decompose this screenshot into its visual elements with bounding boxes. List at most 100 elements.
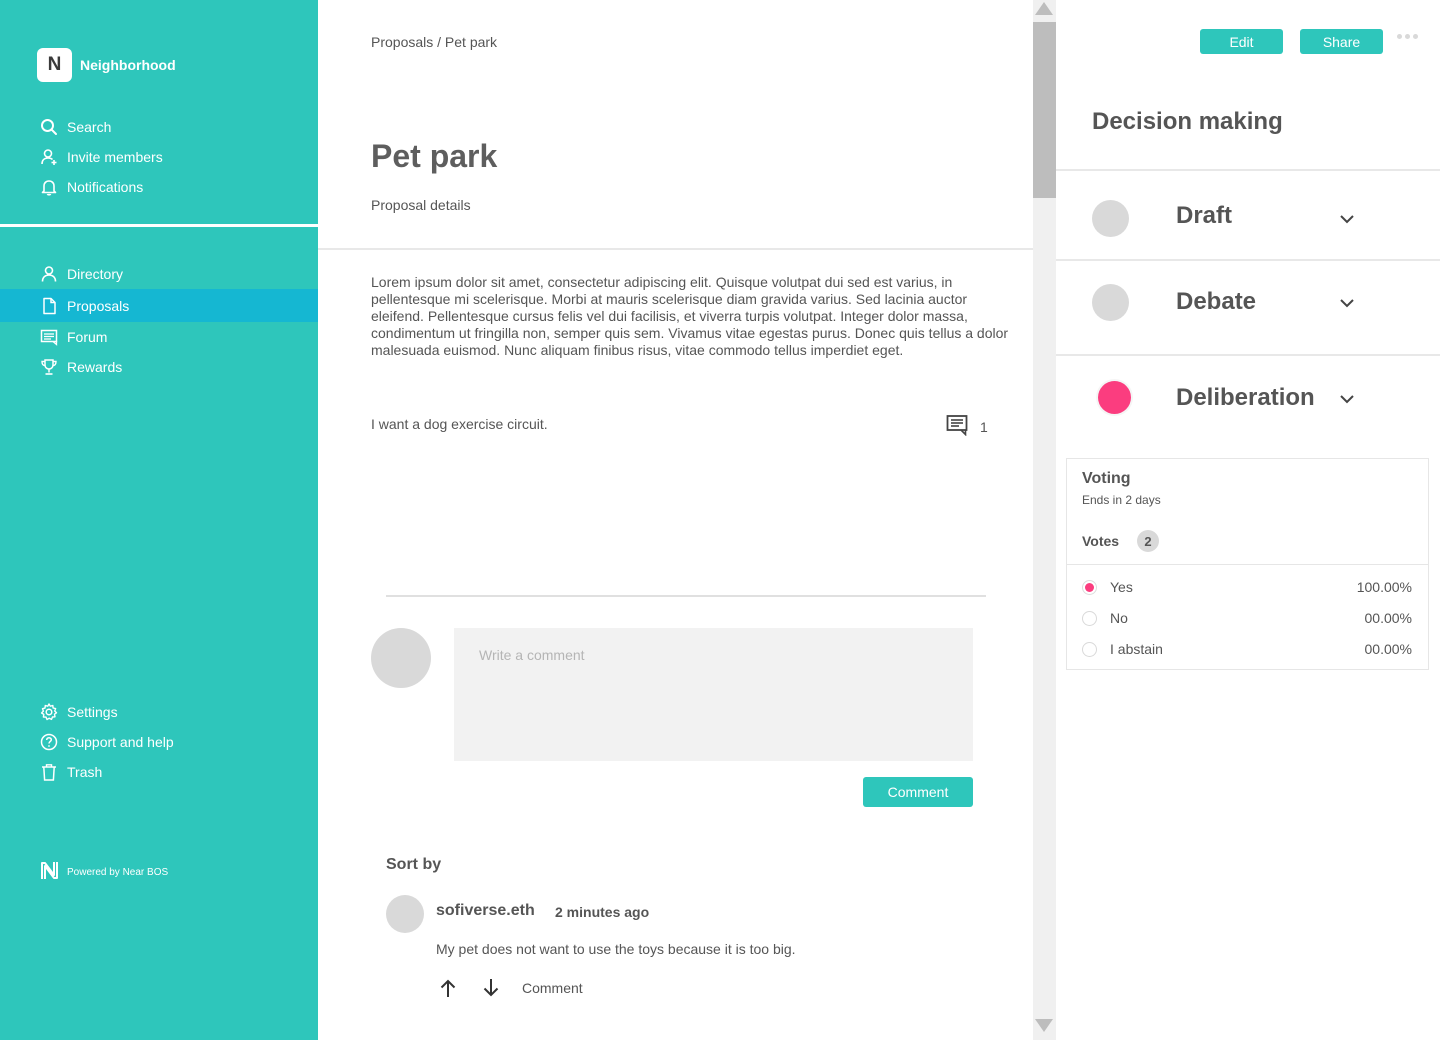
sidebar: N Neighborhood Search Invite members Not… — [0, 0, 318, 1040]
radio-selected[interactable] — [1082, 579, 1097, 595]
proposal-body: Lorem ipsum dolor sit amet, consectetur … — [371, 274, 1009, 358]
sidebar-item-label: Search — [67, 119, 112, 135]
chevron-down-icon — [1340, 299, 1354, 308]
stage-status-dot — [1098, 381, 1131, 414]
votes-count-badge: 2 — [1137, 530, 1159, 552]
vote-option-abstain[interactable]: I abstain 00.00% — [1082, 639, 1412, 659]
trophy-icon — [40, 358, 58, 376]
comment-icon — [946, 414, 968, 439]
sidebar-item-settings[interactable]: Settings — [0, 697, 318, 727]
scrollbar[interactable] — [1033, 0, 1056, 1040]
sidebar-item-trash[interactable]: Trash — [0, 757, 318, 787]
forum-icon — [40, 328, 58, 346]
radio-unselected[interactable] — [1082, 641, 1097, 657]
bell-icon — [40, 178, 58, 196]
downvote-arrow-icon[interactable] — [479, 975, 503, 1001]
vote-option-label: Yes — [1110, 579, 1133, 595]
brand[interactable]: N Neighborhood — [37, 48, 176, 82]
user-plus-icon — [40, 148, 58, 166]
vote-option-label: No — [1110, 610, 1128, 626]
sidebar-bottom-nav: Settings Support and help Trash — [0, 697, 318, 787]
sidebar-item-support[interactable]: Support and help — [0, 727, 318, 757]
vote-option-label: I abstain — [1110, 641, 1163, 657]
avatar — [371, 628, 431, 688]
upvote-arrow-icon[interactable] — [436, 975, 460, 1001]
trash-icon — [40, 763, 58, 781]
comment-button[interactable]: Comment — [863, 777, 973, 807]
divider — [1056, 169, 1440, 171]
radio-unselected[interactable] — [1082, 610, 1097, 626]
page-title: Pet park — [371, 138, 498, 174]
chevron-down-icon — [1340, 215, 1354, 224]
sidebar-item-notifications[interactable]: Notifications — [0, 172, 318, 202]
brand-logo: N — [37, 48, 72, 82]
sidebar-item-search[interactable]: Search — [0, 112, 318, 142]
sidebar-main-nav: Directory Proposals Forum Rewards — [0, 259, 318, 382]
share-button[interactable]: Share — [1300, 29, 1383, 54]
comment-reply-link[interactable]: Comment — [522, 980, 583, 996]
sidebar-item-label: Trash — [67, 764, 103, 780]
breadcrumb[interactable]: Proposals / Pet park — [371, 34, 497, 50]
voting-card: Voting Ends in 2 days Votes 2 Yes 100.00… — [1066, 458, 1429, 670]
sidebar-item-directory[interactable]: Directory — [0, 259, 318, 289]
gear-icon — [40, 703, 58, 721]
powered-by-label: Powered by Near BOS — [67, 866, 169, 878]
near-logo-icon — [40, 861, 59, 883]
sort-by[interactable]: Sort by — [386, 856, 441, 874]
sidebar-top-nav: Search Invite members Notifications — [0, 112, 318, 202]
sidebar-divider — [0, 224, 318, 227]
stage-status-dot — [1092, 200, 1129, 237]
document-icon — [40, 297, 58, 315]
divider — [1056, 354, 1440, 356]
divider — [1067, 564, 1428, 565]
comment-author[interactable]: sofiverse.eth — [436, 902, 535, 920]
stage-deliberation[interactable]: Deliberation — [1056, 368, 1440, 428]
sidebar-item-invite-members[interactable]: Invite members — [0, 142, 318, 172]
stage-debate[interactable]: Debate — [1056, 272, 1440, 332]
vote-option-no[interactable]: No 00.00% — [1082, 608, 1412, 628]
votes-label: Votes — [1082, 533, 1120, 549]
comment-count[interactable]: 1 — [946, 414, 988, 439]
edit-button[interactable]: Edit — [1200, 29, 1283, 54]
powered-by[interactable]: Powered by Near BOS — [40, 861, 168, 883]
sidebar-item-label: Rewards — [67, 359, 123, 375]
sidebar-item-label: Support and help — [67, 734, 174, 750]
sidebar-item-label: Directory — [67, 266, 124, 282]
scrollbar-thumb[interactable] — [1033, 22, 1056, 198]
help-icon — [40, 733, 58, 751]
vote-option-percent: 00.00% — [1364, 610, 1412, 626]
comment-avatar — [386, 895, 424, 933]
sidebar-item-label: Settings — [67, 704, 118, 720]
comment-actions: Comment — [436, 975, 583, 1001]
comment-text: My pet does not want to use the toys bec… — [436, 941, 796, 957]
page-subtitle: Proposal details — [371, 197, 471, 213]
sidebar-item-forum[interactable]: Forum — [0, 322, 318, 352]
vote-option-yes[interactable]: Yes 100.00% — [1082, 577, 1412, 597]
stage-label: Deliberation — [1176, 384, 1315, 411]
divider — [318, 248, 1033, 250]
more-options-icon[interactable] — [1397, 34, 1421, 39]
stage-status-dot — [1092, 284, 1129, 321]
stage-label: Debate — [1176, 288, 1257, 315]
comment-input[interactable] — [454, 628, 973, 761]
sidebar-item-label: Invite members — [67, 149, 163, 165]
stage-label: Draft — [1176, 202, 1233, 229]
comment-count-value: 1 — [980, 418, 988, 435]
search-icon — [40, 118, 58, 136]
sidebar-item-proposals[interactable]: Proposals — [0, 289, 318, 322]
voting-ends: Ends in 2 days — [1082, 493, 1161, 507]
sidebar-item-rewards[interactable]: Rewards — [0, 352, 318, 382]
main-content: Proposals / Pet park Pet park Proposal d… — [318, 0, 1033, 1040]
sidebar-item-label: Proposals — [67, 297, 130, 314]
scroll-up-arrow-icon[interactable] — [1035, 2, 1053, 15]
divider — [1056, 259, 1440, 261]
voting-title: Voting — [1082, 470, 1131, 487]
stage-draft[interactable]: Draft — [1056, 188, 1440, 248]
user-icon — [40, 265, 58, 283]
decision-panel: Edit Share Decision making Draft Debate … — [1056, 0, 1440, 1040]
panel-title: Decision making — [1092, 108, 1283, 135]
comments-divider — [386, 595, 986, 597]
scroll-down-arrow-icon[interactable] — [1035, 1019, 1053, 1032]
sidebar-item-label: Notifications — [67, 179, 144, 195]
comment-time: 2 minutes ago — [555, 904, 650, 920]
